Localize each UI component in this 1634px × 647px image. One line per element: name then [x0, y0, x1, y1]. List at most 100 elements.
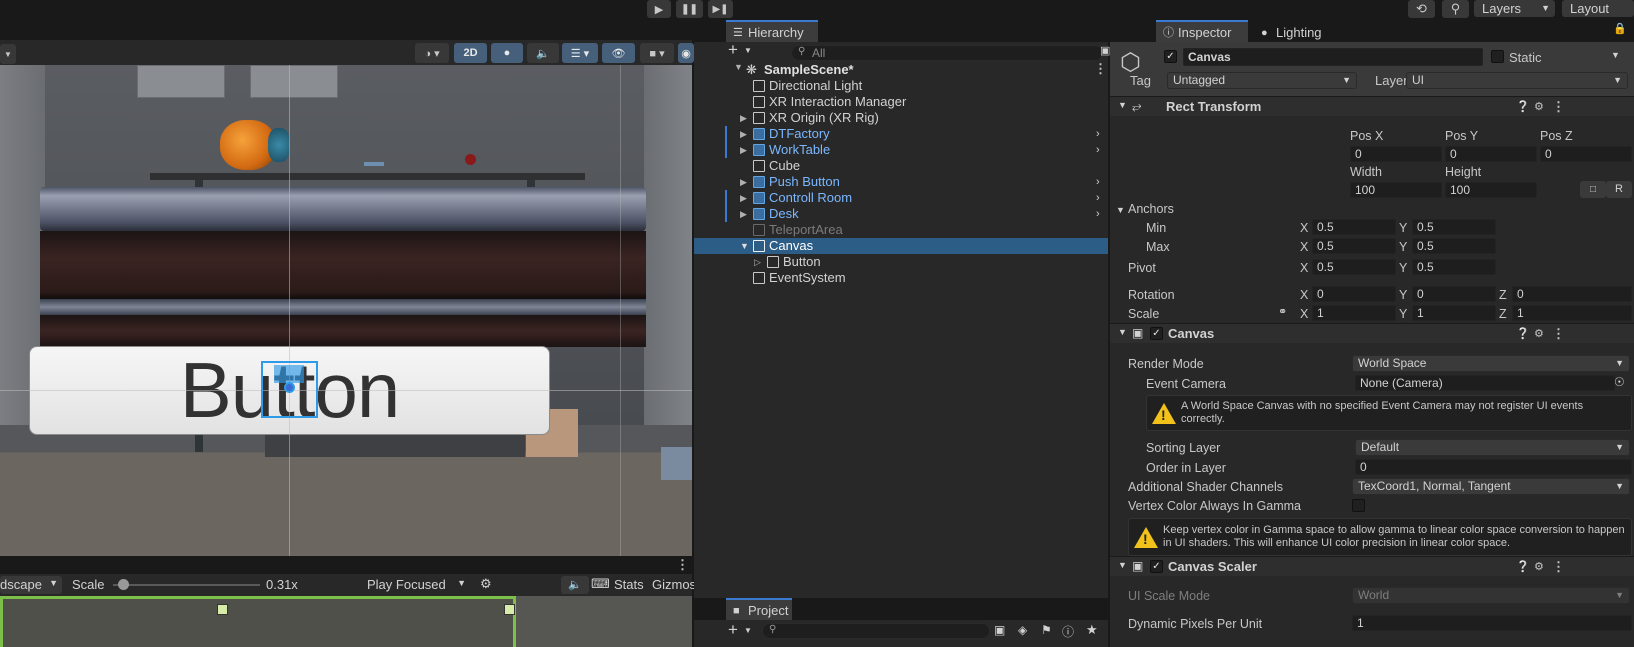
rotation-z-field[interactable]: 0 [1512, 286, 1632, 302]
tool-dropdown[interactable]: ▼ [0, 44, 16, 64]
add-icon[interactable]: + [728, 620, 738, 640]
presets-icon[interactable]: ⚙ [1534, 560, 1544, 573]
scale-x-field[interactable]: 1 [1312, 305, 1396, 321]
component-menu-icon[interactable]: ⋮ [1552, 326, 1565, 342]
event-camera-field[interactable]: None (Camera) [1355, 375, 1615, 391]
rotation-y-field[interactable]: 0 [1412, 286, 1496, 302]
hierarchy-item[interactable]: ▷ Button [694, 254, 1108, 270]
chevron-right-icon[interactable]: › [1096, 126, 1100, 142]
rotation-x-field[interactable]: 0 [1312, 286, 1396, 302]
shading-mode-button[interactable]: ◑ ▾ [415, 43, 449, 63]
hierarchy-item-selected[interactable]: ▼ Canvas [694, 238, 1108, 254]
hierarchy-item[interactable]: Cube [694, 158, 1108, 174]
expand-arrow-icon[interactable]: ▼ [1118, 560, 1127, 570]
chevron-right-icon[interactable]: › [1096, 206, 1100, 222]
gizmos-button[interactable]: Gizmos [652, 577, 696, 592]
hierarchy-item[interactable]: EventSystem [694, 270, 1108, 286]
visibility-toggle[interactable]: 👁 [602, 43, 635, 63]
scale-y-field[interactable]: 1 [1412, 305, 1496, 321]
pos-x-field[interactable]: 0 [1350, 146, 1442, 162]
aspect-dropdown[interactable]: dscape ▼ [0, 576, 62, 594]
hierarchy-item[interactable]: ▶ WorkTable › [694, 142, 1108, 158]
anchor-max-y-field[interactable]: 0.5 [1412, 238, 1496, 254]
vertex-color-gamma-checkbox[interactable] [1352, 499, 1365, 512]
tab-lighting[interactable]: ● Lighting [1254, 20, 1342, 42]
anchor-min-y-field[interactable]: 0.5 [1412, 219, 1496, 235]
scale-slider-thumb[interactable] [118, 579, 130, 590]
chevron-down-icon[interactable]: ▼ [744, 626, 752, 635]
scale-slider[interactable] [113, 579, 260, 590]
expand-arrow-icon[interactable]: ▼ [740, 238, 749, 254]
object-name-input[interactable]: Canvas [1183, 48, 1483, 66]
layers-dropdown[interactable]: Layers ▼ [1474, 0, 1555, 17]
chevron-right-icon[interactable]: › [1096, 190, 1100, 206]
hierarchy-item[interactable]: ▶ Desk › [694, 206, 1108, 222]
game-viewport[interactable] [0, 596, 692, 647]
keyboard-icon[interactable]: ⌨ [591, 576, 610, 592]
canvas-scaler-enabled-checkbox[interactable]: ✓ [1150, 560, 1163, 573]
pause-button[interactable]: ❚❚ [676, 0, 703, 18]
chevron-right-icon[interactable]: › [1096, 142, 1100, 158]
lock-icon[interactable]: 🔒 [1613, 22, 1627, 35]
tag-icon[interactable]: ⚑ [1041, 623, 1052, 637]
canvas-component-header[interactable]: ▼ ▣ ✓ Canvas ❔ ⚙ ⋮ [1110, 323, 1634, 343]
canvas-enabled-checkbox[interactable]: ✓ [1150, 327, 1163, 340]
canvas-scaler-header[interactable]: ▼ ▣ ✓ Canvas Scaler ❔ ⚙ ⋮ [1110, 556, 1634, 576]
scene-menu-icon[interactable]: ⋮ [1094, 61, 1107, 77]
object-picker-icon[interactable]: ☉ [1614, 375, 1625, 389]
pos-y-field[interactable]: 0 [1445, 146, 1537, 162]
hierarchy-item[interactable]: ▶ XR Origin (XR Rig) [694, 110, 1108, 126]
project-search-input[interactable]: ⚲ [762, 623, 990, 639]
static-checkbox[interactable] [1491, 50, 1504, 63]
audio-toggle[interactable]: 🔈 [527, 43, 559, 63]
step-button[interactable]: ▶❚ [708, 0, 733, 18]
expand-arrow-icon[interactable]: ▼ [734, 62, 743, 72]
tab-inspector[interactable]: ⓘ Inspector [1156, 20, 1248, 42]
rect-transform-header[interactable]: ▼ ⥂ Rect Transform ❔ ⚙ ⋮ [1110, 96, 1634, 116]
star-icon[interactable]: ★ [1086, 622, 1098, 638]
expand-arrow-icon[interactable]: ▼ [1118, 100, 1127, 110]
tag-dropdown[interactable]: Untagged ▼ [1167, 72, 1357, 89]
collapsed-arrow-icon[interactable]: ▶ [740, 126, 747, 142]
chevron-right-icon[interactable]: › [1096, 174, 1100, 190]
search-button[interactable]: ⚲ [1442, 0, 1469, 18]
hierarchy-item[interactable]: ▶ Push Button › [694, 174, 1108, 190]
pivot-handle[interactable] [284, 382, 295, 393]
bug-icon[interactable]: ⚙ [480, 576, 492, 592]
hierarchy-item[interactable]: ▶ Controll Room › [694, 190, 1108, 206]
resize-handle[interactable] [504, 604, 515, 615]
help-icon[interactable]: ❔ [1516, 560, 1530, 573]
add-icon[interactable]: + [728, 40, 738, 60]
play-button[interactable]: ▶ [647, 0, 671, 18]
expand-arrow-icon[interactable]: ▼ [1116, 205, 1125, 215]
hierarchy-item[interactable]: TeleportArea [694, 222, 1108, 238]
presets-icon[interactable]: ⚙ [1534, 327, 1544, 340]
camera-button[interactable]: ■ ▾ [640, 43, 674, 63]
collapsed-arrow-icon[interactable]: ▶ [740, 206, 747, 222]
raw-edit-button[interactable]: R [1606, 181, 1632, 198]
height-field[interactable]: 100 [1445, 182, 1537, 198]
filter-type-icon[interactable]: ▣ [994, 623, 1005, 637]
pivot-x-field[interactable]: 0.5 [1312, 259, 1396, 275]
hierarchy-item[interactable]: ▶ DTFactory › [694, 126, 1108, 142]
help-icon[interactable]: ❔ [1516, 100, 1530, 113]
expand-arrow-icon[interactable]: ▼ [1118, 327, 1127, 337]
stats-button[interactable]: Stats [614, 577, 644, 592]
collapsed-arrow-icon[interactable]: ▷ [754, 254, 761, 270]
component-menu-icon[interactable]: ⋮ [1552, 559, 1565, 575]
constrain-proportions-icon[interactable]: ⚭ [1278, 305, 1287, 318]
anchor-min-x-field[interactable]: 0.5 [1312, 219, 1396, 235]
scene-root-row[interactable]: ▼ ❋ SampleScene* ⋮ [694, 61, 1108, 78]
shader-channels-dropdown[interactable]: TexCoord1, Normal, Tangent ▼ [1352, 478, 1630, 495]
active-checkbox[interactable]: ✓ [1164, 50, 1177, 63]
effects-toggle[interactable]: ☰ ▾ [562, 43, 598, 63]
blueprint-mode-button[interactable]: □ [1580, 181, 1606, 198]
gizmos-toggle[interactable]: ◉ [678, 43, 694, 63]
tab-hierarchy[interactable]: ☰ Hierarchy [726, 20, 818, 42]
presets-icon[interactable]: ⚙ [1534, 100, 1544, 113]
mute-audio-toggle[interactable]: 🔈 [561, 576, 589, 594]
component-menu-icon[interactable]: ⋮ [1552, 99, 1565, 115]
alert-icon[interactable]: ⓘ [1062, 623, 1074, 640]
filter-label-icon[interactable]: ◈ [1018, 623, 1027, 637]
anchor-handle[interactable] [274, 365, 304, 383]
